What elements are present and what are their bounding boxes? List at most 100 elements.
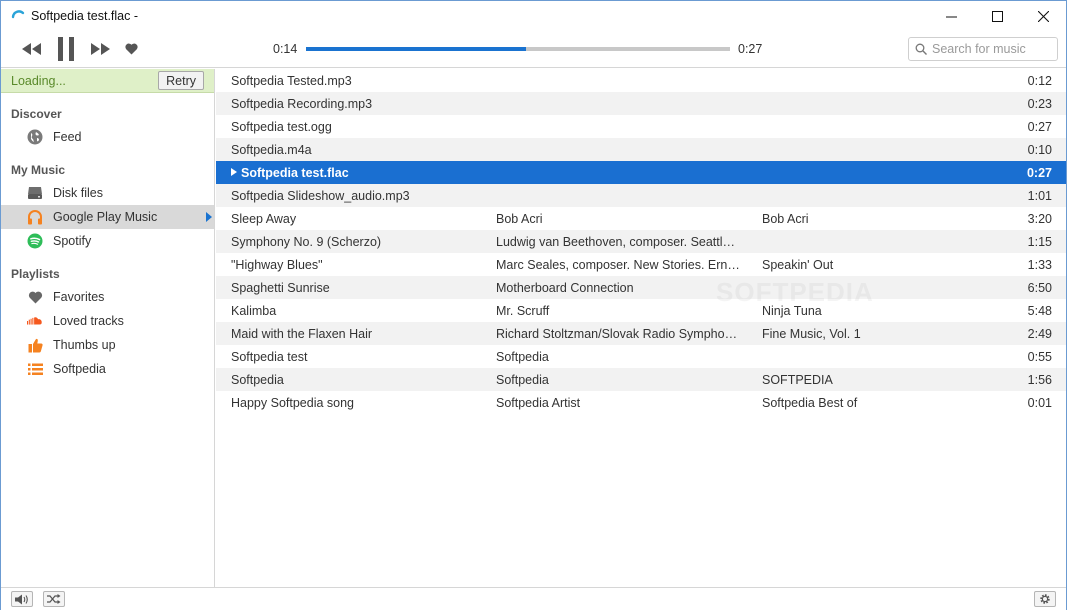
track-duration: 6:50	[1027, 280, 1052, 295]
minimize-icon	[945, 16, 957, 17]
settings-button[interactable]	[1034, 591, 1056, 607]
search-box[interactable]	[908, 37, 1058, 61]
shuffle-icon	[47, 594, 61, 604]
track-rows: Softpedia Tested.mp3 0:12 Softpedia Record…	[216, 69, 1066, 414]
track-row[interactable]: Softpedia test.ogg 0:27	[216, 115, 1066, 138]
sidebar: Loading... Retry Discover Feed My Music …	[1, 69, 215, 587]
track-row[interactable]: Symphony No. 9 (Scherzo) Ludwig van Beeth…	[216, 230, 1066, 253]
track-title: Softpedia test.ogg	[231, 120, 486, 134]
search-input[interactable]	[932, 42, 1052, 56]
globe-icon	[27, 129, 43, 145]
sidebar-item-label: Thumbs up	[53, 338, 116, 352]
track-album: Ninja Tuna	[762, 303, 822, 318]
sidebar-item-thumbs-up[interactable]: Thumbs up	[1, 333, 214, 357]
track-row-playing[interactable]: Softpedia test.flac 0:27	[216, 161, 1066, 184]
track-artist: Softpedia	[496, 349, 549, 364]
track-row[interactable]: Spaghetti Sunrise Motherboard Connection 6…	[216, 276, 1066, 299]
minimize-button[interactable]	[928, 1, 974, 31]
sidebar-item-spotify[interactable]: Spotify	[1, 229, 214, 253]
track-title-text: Softpedia test	[231, 349, 308, 364]
track-title-text: Softpedia test.ogg	[231, 119, 332, 134]
track-row[interactable]: Softpedia Recording.mp3 0:23	[216, 92, 1066, 115]
track-title: Symphony No. 9 (Scherzo)	[231, 235, 486, 249]
section-my-music: My Music	[11, 163, 66, 177]
sidebar-item-softpedia[interactable]: Softpedia	[1, 357, 214, 381]
track-row[interactable]: Happy Softpedia song Softpedia Artist Soft…	[216, 391, 1066, 414]
seek-bar-fill	[306, 47, 527, 51]
sidebar-item-favorites[interactable]: Favorites	[1, 285, 214, 309]
track-duration: 2:49	[1027, 326, 1052, 341]
track-duration: 0:55	[1027, 349, 1052, 364]
track-album: Speakin' Out	[762, 257, 834, 272]
section-discover: Discover	[11, 107, 62, 121]
rewind-icon	[22, 43, 41, 55]
maximize-icon	[991, 10, 1003, 22]
now-playing-icon	[231, 167, 237, 176]
track-row[interactable]: Sleep Away Bob Acri Bob Acri 3:20	[216, 207, 1066, 230]
track-duration: 1:15	[1027, 234, 1052, 249]
sidebar-item-label: Spotify	[53, 234, 92, 248]
track-title: "Highway Blues"	[231, 258, 486, 272]
track-title-text: Softpedia Recording.mp3	[231, 96, 373, 111]
track-artist: Motherboard Connection	[496, 280, 634, 295]
track-row[interactable]: Softpedia Tested.mp3 0:12	[216, 69, 1066, 92]
next-button[interactable]	[87, 36, 113, 62]
headphones-icon	[27, 209, 43, 225]
track-title-text: "Highway Blues"	[231, 257, 323, 272]
retry-button[interactable]: Retry	[158, 71, 204, 90]
track-row[interactable]: Kalimba Mr. Scruff Ninja Tuna 5:48	[216, 299, 1066, 322]
track-row[interactable]: "Highway Blues" Marc Seales, composer. Ne…	[216, 253, 1066, 276]
track-row[interactable]: Softpedia.m4a 0:10	[216, 138, 1066, 161]
sidebar-item-feed[interactable]: Feed	[1, 125, 214, 149]
track-title-text: Softpedia Tested.mp3	[231, 73, 352, 88]
track-title: Softpedia Recording.mp3	[231, 97, 486, 111]
close-button[interactable]	[1020, 1, 1066, 31]
thumbs-up-icon	[27, 337, 43, 353]
sidebar-item-disk-files[interactable]: Disk files	[1, 181, 214, 205]
pause-button[interactable]	[53, 36, 79, 62]
shuffle-button[interactable]	[43, 591, 65, 607]
sidebar-item-google-play-music[interactable]: Google Play Music	[1, 205, 214, 229]
previous-button[interactable]	[19, 36, 45, 62]
track-title: Happy Softpedia song	[231, 396, 486, 410]
track-artist: Softpedia Artist	[496, 395, 581, 410]
track-title-text: Softpedia Slideshow_audio.mp3	[231, 188, 410, 203]
track-title: Softpedia test.flac	[231, 166, 486, 180]
list-icon	[27, 361, 43, 377]
track-artist: Ludwig van Beethoven, composer. Seattle…	[496, 234, 741, 249]
track-title: Softpedia Slideshow_audio.mp3	[231, 189, 486, 203]
track-title-text: Kalimba	[231, 303, 277, 318]
fast-forward-icon	[91, 43, 110, 55]
track-title: Maid with the Flaxen Hair	[231, 327, 486, 341]
maximize-button[interactable]	[974, 1, 1020, 31]
track-title-text: Happy Softpedia song	[231, 395, 355, 410]
track-duration: 0:27	[1027, 119, 1052, 134]
app-window: Softpedia test.flac - 0:14 0:27 Search f…	[0, 0, 1067, 610]
spotify-icon	[27, 233, 43, 249]
sidebar-item-label: Feed	[53, 130, 82, 144]
track-duration: 0:12	[1027, 73, 1052, 88]
track-artist: Mr. Scruff	[496, 303, 550, 318]
track-row[interactable]: Softpedia Softpedia SOFTPEDIA 1:56	[216, 368, 1066, 391]
track-title: Softpedia test	[231, 350, 486, 364]
track-title: Softpedia Tested.mp3	[231, 74, 486, 88]
player-toolbar: 0:14 0:27	[1, 31, 1066, 68]
seek-bar[interactable]	[306, 47, 730, 51]
track-title-text: Maid with the Flaxen Hair	[231, 326, 373, 341]
title-bar: Softpedia test.flac -	[1, 1, 1066, 31]
track-title: Spaghetti Sunrise	[231, 281, 486, 295]
volume-button[interactable]	[11, 591, 33, 607]
heart-icon	[124, 43, 138, 55]
selected-arrow-icon	[206, 212, 212, 222]
bottom-bar	[1, 587, 1066, 610]
track-duration: 1:01	[1027, 188, 1052, 203]
total-time: 0:27	[738, 42, 763, 56]
sidebar-item-loved-tracks[interactable]: Loved tracks	[1, 309, 214, 333]
love-button[interactable]	[120, 36, 142, 62]
disk-icon	[27, 185, 43, 201]
track-duration: 0:01	[1027, 395, 1052, 410]
track-title-text: Softpedia.m4a	[231, 142, 312, 157]
track-row[interactable]: Maid with the Flaxen Hair Richard Stoltzm…	[216, 322, 1066, 345]
track-row[interactable]: Softpedia Slideshow_audio.mp3 1:01	[216, 184, 1066, 207]
track-row[interactable]: Softpedia test Softpedia 0:55	[216, 345, 1066, 368]
